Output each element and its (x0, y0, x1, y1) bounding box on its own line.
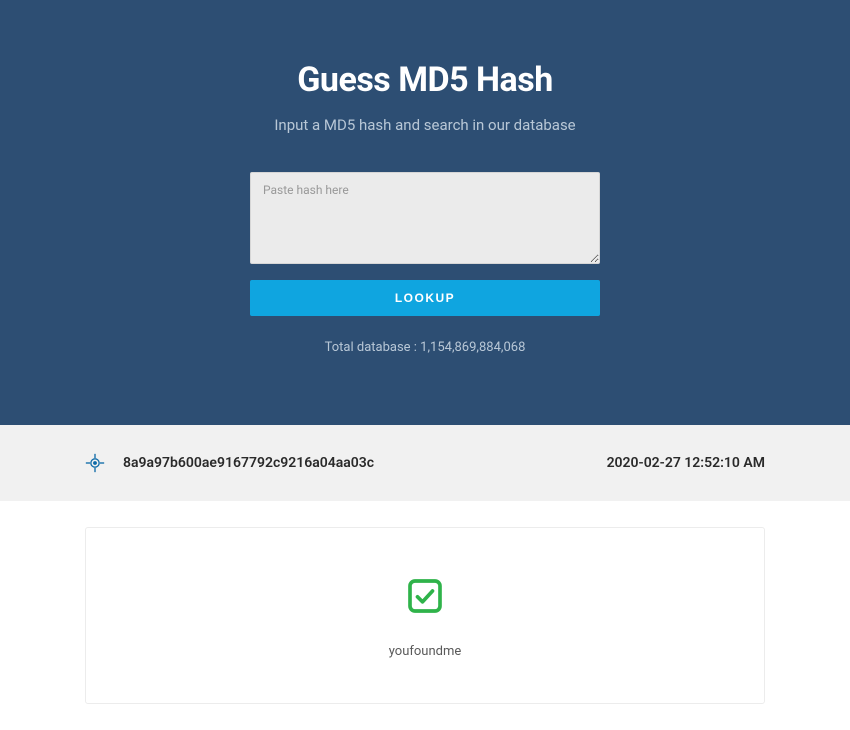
hash-display: 8a9a97b600ae9167792c9216a04aa03c (85, 453, 374, 473)
result-bar-wrap: 8a9a97b600ae9167792c9216a04aa03c 2020-02… (0, 425, 850, 501)
result-card: youfoundme (85, 527, 765, 704)
result-card-wrap: youfoundme (0, 501, 850, 730)
hero-section: Guess MD5 Hash Input a MD5 hash and sear… (0, 0, 850, 425)
page-title: Guess MD5 Hash (20, 60, 830, 100)
lookup-form: LOOKUP Total database : 1,154,869,884,06… (250, 172, 600, 355)
target-icon (85, 453, 105, 473)
timestamp: 2020-02-27 12:52:10 AM (607, 455, 765, 471)
lookup-button[interactable]: LOOKUP (250, 280, 600, 316)
checkmark-icon (405, 576, 445, 616)
database-stats: Total database : 1,154,869,884,068 (250, 340, 600, 355)
result-bar: 8a9a97b600ae9167792c9216a04aa03c 2020-02… (85, 425, 765, 501)
hash-input[interactable] (250, 172, 600, 264)
page-subtitle: Input a MD5 hash and search in our datab… (20, 116, 830, 134)
result-text: youfoundme (106, 644, 744, 659)
hash-value: 8a9a97b600ae9167792c9216a04aa03c (123, 455, 374, 471)
